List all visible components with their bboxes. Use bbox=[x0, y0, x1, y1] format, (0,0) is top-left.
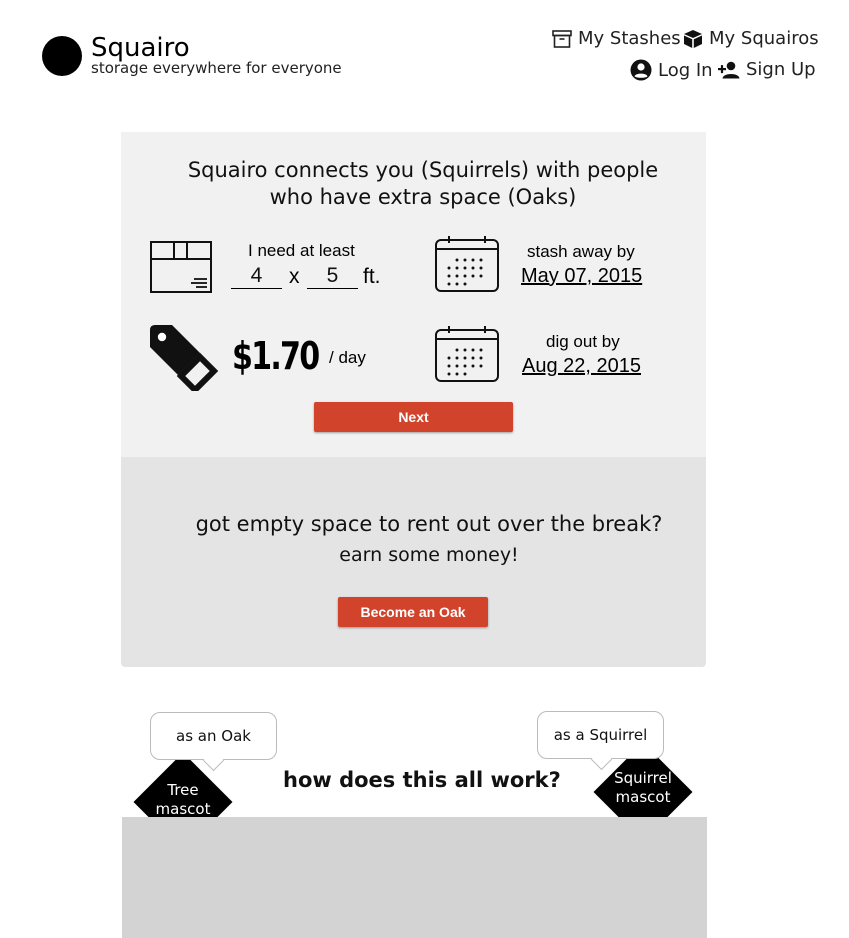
person-add-icon bbox=[718, 61, 740, 78]
stash-date[interactable]: May 07, 2015 bbox=[521, 265, 642, 288]
size-unit: ft. bbox=[363, 265, 381, 288]
price-amount: $1.70 bbox=[232, 334, 320, 378]
nav-my-stashes[interactable]: My Stashes bbox=[552, 28, 681, 49]
account-circle-icon bbox=[630, 59, 652, 81]
tree-mascot-label: Tree mascot bbox=[148, 781, 218, 819]
become-oak-button[interactable]: Become an Oak bbox=[338, 597, 488, 627]
tree-mascot-line1: Tree bbox=[167, 781, 199, 799]
oak-cta-headline: got empty space to rent out over the bre… bbox=[195, 512, 663, 536]
squirrel-mascot-line2: mascot bbox=[615, 788, 671, 806]
nav-my-squairos[interactable]: My Squairos bbox=[683, 28, 819, 49]
size-label: I need at least bbox=[248, 241, 355, 260]
width-input[interactable]: 4 bbox=[231, 264, 282, 289]
squirrel-mascot-line1: Squirrel bbox=[614, 769, 672, 787]
oak-cta-subline: earn some money! bbox=[339, 544, 519, 566]
cube-icon bbox=[684, 29, 702, 48]
calendar-icon[interactable] bbox=[435, 236, 499, 292]
nav-log-in-label: Log In bbox=[658, 59, 713, 81]
as-squirrel-bubble[interactable]: as a Squirrel bbox=[537, 711, 664, 759]
how-it-works-title: how does this all work? bbox=[283, 768, 561, 792]
calendar-icon[interactable] bbox=[435, 326, 499, 382]
how-it-works-panel bbox=[122, 817, 707, 938]
price-tag-icon bbox=[150, 325, 218, 391]
stash-label: stash away by bbox=[527, 242, 635, 261]
as-oak-bubble[interactable]: as an Oak bbox=[150, 712, 277, 760]
nav-sign-up[interactable]: Sign Up bbox=[718, 59, 816, 80]
squirrel-mascot-label: Squirrel mascot bbox=[606, 769, 680, 807]
dig-date[interactable]: Aug 22, 2015 bbox=[522, 355, 641, 378]
as-oak-label: as an Oak bbox=[176, 727, 251, 745]
hero-headline-line2: who have extra space (Oaks) bbox=[269, 185, 577, 209]
price-period: / day bbox=[329, 348, 366, 367]
length-input[interactable]: 5 bbox=[307, 264, 358, 289]
archive-box-icon bbox=[552, 29, 572, 48]
package-box-icon bbox=[150, 241, 212, 293]
nav-my-squairos-label: My Squairos bbox=[709, 28, 819, 49]
brand-tagline: storage everywhere for everyone bbox=[91, 59, 342, 77]
nav-log-in[interactable]: Log In bbox=[630, 59, 713, 81]
nav-my-stashes-label: My Stashes bbox=[578, 28, 681, 49]
next-button[interactable]: Next bbox=[314, 402, 513, 432]
hero-headline-line1: Squairo connects you (Squirrels) with pe… bbox=[187, 158, 659, 182]
size-times: x bbox=[289, 265, 300, 288]
nav-sign-up-label: Sign Up bbox=[746, 59, 816, 80]
logo-circle[interactable] bbox=[42, 36, 82, 76]
as-squirrel-label: as a Squirrel bbox=[553, 726, 648, 744]
dig-label: dig out by bbox=[546, 332, 620, 351]
